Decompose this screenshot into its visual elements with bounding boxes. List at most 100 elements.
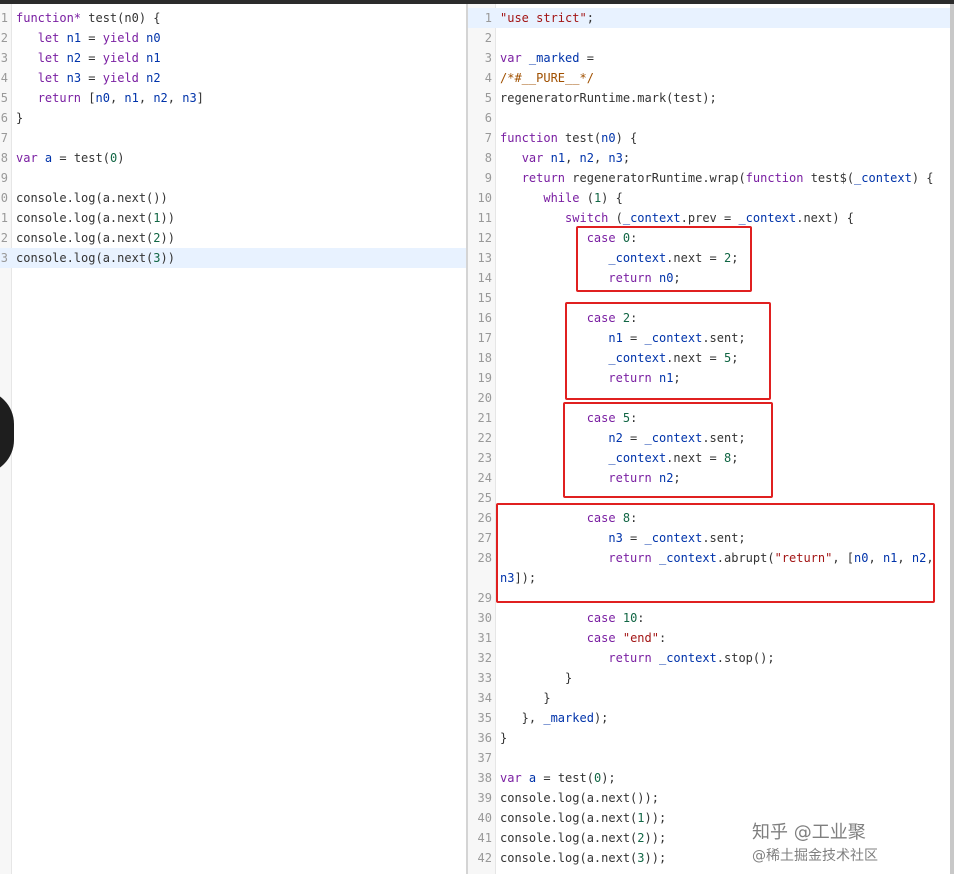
code-line[interactable]: 27 n3 = _context.sent; [468,528,950,548]
code-text: return n1; [608,371,681,385]
line-number: 8 [484,151,492,165]
code-line[interactable]: 23 _context.next = 8; [468,448,950,468]
code-line[interactable]: 28 return _context.abrupt("return", [n0,… [468,548,950,568]
code-line[interactable]: 1 function* test(n0) { [0,8,466,28]
code-line[interactable]: 36} [468,728,950,748]
code-text: console.log(a.next(2)); [500,831,667,845]
line-number: 23 [477,451,492,465]
line-number: 7 [484,131,492,145]
code-text: case 5: [586,411,638,425]
code-line[interactable]: 4 /*#__PURE__*/ [468,68,950,88]
code-line[interactable]: 22 n2 = _context.sent; [468,428,950,448]
code-line[interactable]: 11 switch (_context.prev = _context.next… [468,208,950,228]
line-number: 2 [484,31,492,45]
code-line[interactable]: 10 while (1) { [468,188,950,208]
line-number: 5 [484,91,492,105]
line-number: 41 [477,831,492,845]
line-number: 36 [477,731,492,745]
code-line[interactable]: 2 let n1 = yield n0 [0,28,466,48]
code-text: case 2: [586,311,638,325]
code-text: console.log(a.next(3)) [16,251,175,265]
code-line[interactable]: 12 case 0: [468,228,950,248]
scrollbar-track[interactable] [950,4,954,874]
code-line[interactable]: 0 console.log(a.next()) [0,188,466,208]
line-number: 5 [0,91,8,105]
code-line[interactable]: 38 var a = test(0); [468,768,950,788]
code-line[interactable]: 16 case 2: [468,308,950,328]
line-number: 21 [477,411,492,425]
code-text: console.log(a.next(2)) [16,231,175,245]
watermark-subtext: @稀土掘金技术社区 [752,848,878,864]
line-number: 38 [477,771,492,785]
line-number: 40 [477,811,492,825]
line-number: 30 [477,611,492,625]
code-line[interactable]: 6 [468,108,950,128]
code-line[interactable]: 33 } [468,668,950,688]
code-line[interactable]: 29 [468,588,950,608]
code-line[interactable]: 32 return _context.stop(); [468,648,950,668]
code-line[interactable]: 13 _context.next = 2; [468,248,950,268]
code-text: var a = test(0) [16,151,125,165]
code-line[interactable]: 15 [468,288,950,308]
code-line[interactable]: 6} [0,108,466,128]
code-text: function* test(n0) { [16,11,161,25]
code-lines: 1 "use strict"; 2 3 var _marked = 4/*#__PURE_… [468,8,950,868]
code-text: regeneratorRuntime.mark(test); [500,91,717,105]
code-line[interactable]: 3 var _marked = [468,48,950,68]
code-line[interactable]: 8 var a = test(0) [0,148,466,168]
code-text: console.log(a.next()); [500,791,659,805]
line-number: 35 [477,711,492,725]
code-line[interactable]: 37 [468,748,950,768]
code-text: var n1, n2, n3; [521,151,631,165]
line-number: 2 [0,31,8,45]
code-line[interactable]: 34 } [468,688,950,708]
code-text: case 0: [586,231,638,245]
code-line[interactable]: 8 var n1, n2, n3; [468,148,950,168]
code-line[interactable]: 20 [468,388,950,408]
code-line[interactable]: 35 }, _marked); [468,708,950,728]
line-number: 24 [477,471,492,485]
code-line[interactable]: 21 case 5: [468,408,950,428]
code-text: _context.next = 2; [608,251,739,265]
line-number: 4 [484,71,492,85]
code-line[interactable]: 24 return n2; [468,468,950,488]
line-number: 7 [0,131,8,145]
code-line[interactable]: 26 case 8: [468,508,950,528]
code-line[interactable]: n3]); [468,568,950,588]
code-line[interactable]: 7 function test(n0) { [468,128,950,148]
line-number: 6 [484,111,492,125]
code-line[interactable]: 30 case 10: [468,608,950,628]
code-text: } [500,671,573,685]
code-text: n3]); [500,571,537,585]
line-number: 20 [477,391,492,405]
code-line[interactable]: 2 [468,28,950,48]
code-line[interactable]: 31 case "end": [468,628,950,648]
right-code-editor[interactable]: 1 "use strict"; 2 3 var _marked = 4/*#__PURE_… [468,4,950,874]
line-number: 3 [484,51,492,65]
line-number: 29 [477,591,492,605]
code-line[interactable]: 19 return n1; [468,368,950,388]
code-line[interactable]: 7 [0,128,466,148]
line-number: 15 [477,291,492,305]
code-line[interactable]: 14 return n0; [468,268,950,288]
code-line[interactable]: 39 console.log(a.next()); [468,788,950,808]
code-line[interactable]: 17 n1 = _context.sent; [468,328,950,348]
code-text: while (1) { [543,191,623,205]
line-number: 8 [0,151,8,165]
code-line[interactable]: 1 "use strict"; [468,8,950,28]
code-line[interactable]: 9 return regeneratorRuntime.wrap(functio… [468,168,950,188]
left-code-editor[interactable]: 1 function* test(n0) { 2 let n1 = yield n0… [0,4,466,874]
code-line[interactable]: 25 [468,488,950,508]
code-line[interactable]: 5 return [n0, n1, n2, n3] [0,88,466,108]
code-line[interactable]: 1 console.log(a.next(1)) [0,208,466,228]
code-line[interactable]: 9 [0,168,466,188]
code-line[interactable]: 3 let n2 = yield n1 [0,48,466,68]
code-text: return n2; [608,471,681,485]
code-line[interactable]: 4 let n3 = yield n2 [0,68,466,88]
code-line[interactable]: 5 regeneratorRuntime.mark(test); [468,88,950,108]
line-number: 1 [0,11,8,25]
code-line[interactable]: 2 console.log(a.next(2)) [0,228,466,248]
code-lines: 1 function* test(n0) { 2 let n1 = yield n0… [0,8,466,268]
code-line[interactable]: 18 _context.next = 5; [468,348,950,368]
code-line[interactable]: 3 console.log(a.next(3)) [0,248,466,268]
